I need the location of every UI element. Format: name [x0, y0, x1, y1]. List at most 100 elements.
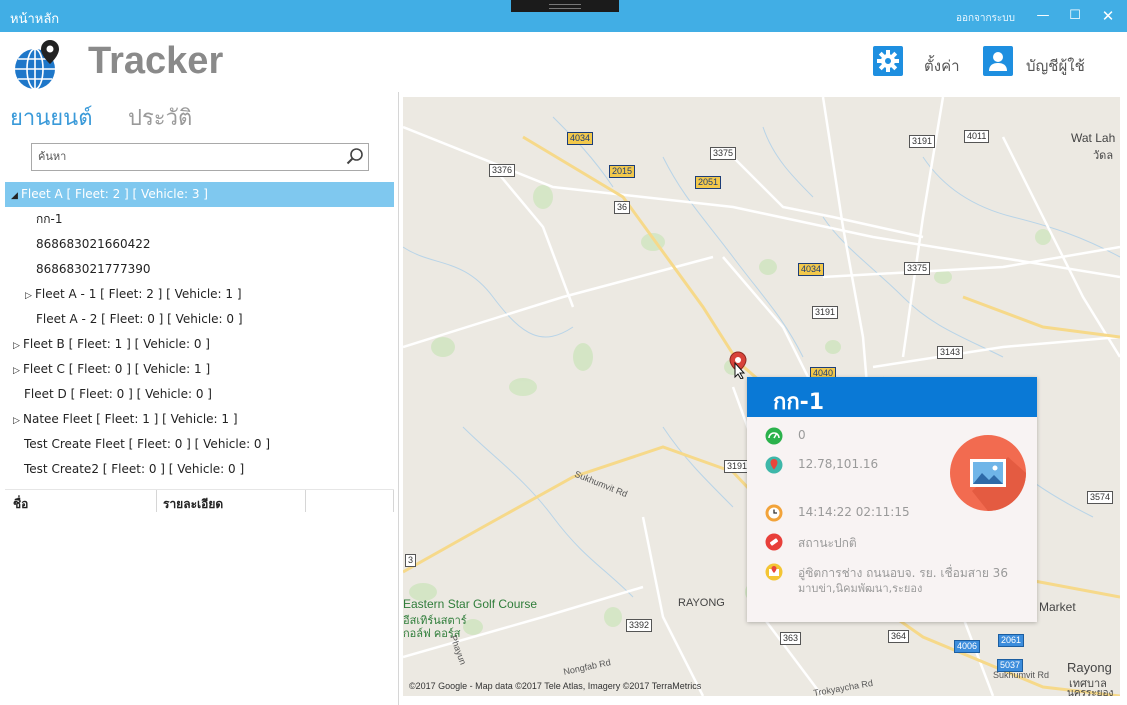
vehicle-marker-icon[interactable]: [729, 351, 749, 379]
tree-node-label: Fleet A [ Fleet: 2 ] [ Vehicle: 3 ]: [21, 187, 208, 201]
account-label[interactable]: บัญชีผู้ใช้: [1026, 54, 1085, 78]
place-label: วัดล: [1093, 150, 1114, 162]
place-label: นครระยอง: [1067, 688, 1114, 696]
road-shield: 4034: [798, 263, 825, 276]
road-shield: 3375: [710, 147, 737, 160]
account-button[interactable]: [983, 46, 1013, 76]
tree-node-vehicle[interactable]: 868683021777390: [5, 257, 394, 282]
road-shield: 36: [614, 201, 631, 214]
tree-node-vehicle[interactable]: กก-1: [5, 207, 394, 232]
road-shield: 3574: [1087, 491, 1114, 504]
tab-history[interactable]: ประวัติ: [128, 100, 192, 135]
collapsed-arrow-icon[interactable]: ▷: [13, 334, 23, 359]
collapsed-arrow-icon[interactable]: ▷: [13, 409, 23, 434]
tree-node-label: Fleet B [ Fleet: 1 ] [ Vehicle: 0 ]: [23, 337, 210, 351]
tree-node-fleet-c[interactable]: ▷ Fleet C [ Fleet: 0 ] [ Vehicle: 1 ]: [5, 357, 394, 382]
tree-node-label: 868683021777390: [36, 262, 151, 276]
tree-node-label: Natee Fleet [ Fleet: 1 ] [ Vehicle: 1 ]: [23, 412, 238, 426]
minimize-icon[interactable]: —: [1033, 7, 1053, 25]
map-address-icon: [765, 563, 783, 581]
title-bar: หน้าหลัก ออกจากระบบ — ☐ ✕: [0, 0, 1127, 32]
detail-grid-header: ชื่อ รายละเอียด: [5, 489, 394, 514]
road-shield: 3191: [909, 135, 936, 148]
column-divider[interactable]: [305, 490, 306, 512]
tree-node-fleet-a-1[interactable]: ▷ Fleet A - 1 [ Fleet: 2 ] [ Vehicle: 1 ]: [5, 282, 394, 307]
speed-value: 0: [798, 428, 806, 442]
tree-node-test-create-fleet[interactable]: Test Create Fleet [ Fleet: 0 ] [ Vehicle…: [5, 432, 394, 457]
status-value: สถานะปกติ: [798, 536, 857, 550]
tree-node-label: Fleet D [ Fleet: 0 ] [ Vehicle: 0 ]: [24, 387, 212, 401]
column-header-detail[interactable]: รายละเอียด: [163, 495, 223, 514]
gear-icon: [877, 50, 899, 72]
tree-node-label: Fleet A - 1 [ Fleet: 2 ] [ Vehicle: 1 ]: [35, 287, 242, 301]
globe-pin-logo-icon: [15, 40, 59, 90]
tree-node-label: Test Create2 [ Fleet: 0 ] [ Vehicle: 0 ]: [24, 462, 245, 476]
tree-node-label: Test Create Fleet [ Fleet: 0 ] [ Vehicle…: [24, 437, 271, 451]
road-shield: 3392: [626, 619, 653, 632]
logout-link[interactable]: ออกจากระบบ: [956, 11, 1015, 26]
search-box: [31, 143, 369, 171]
road-shield: 4034: [567, 132, 594, 145]
tab-vehicles[interactable]: ยานยนต์: [10, 100, 93, 135]
address-line-2: มาบข่า,นิคมพัฒนา,ระยอง: [798, 582, 923, 595]
status-tag-icon: [765, 533, 783, 551]
expanded-arrow-icon[interactable]: ◢: [11, 184, 21, 209]
search-input[interactable]: [38, 148, 338, 165]
road-shield: 3: [405, 554, 417, 567]
tree-node-fleet-a[interactable]: ◢ Fleet A [ Fleet: 2 ] [ Vehicle: 3 ]: [5, 182, 394, 207]
road-label: Sukhumvit Rd: [993, 670, 1050, 680]
road-shield: 3143: [937, 346, 964, 359]
popup-title: กก-1: [773, 390, 825, 415]
location-pin-icon: [765, 456, 783, 474]
collapsed-arrow-icon[interactable]: ▷: [13, 359, 23, 384]
settings-button[interactable]: [873, 46, 903, 76]
place-label: RAYONG: [678, 597, 725, 609]
collapsed-arrow-icon[interactable]: ▷: [25, 284, 35, 309]
road-shield: 363: [780, 632, 802, 645]
road-shield: 3375: [904, 262, 931, 275]
tree-node-natee-fleet[interactable]: ▷ Natee Fleet [ Fleet: 1 ] [ Vehicle: 1 ]: [5, 407, 394, 432]
app-header: Tracker ตั้งค่า บัญชีผู้ใช้: [0, 32, 1127, 92]
clock-icon: [765, 504, 783, 522]
close-icon[interactable]: ✕: [1098, 7, 1118, 25]
time-value: 14:14:22 02:11:15: [798, 505, 910, 519]
tree-node-vehicle[interactable]: 868683021660422: [5, 232, 394, 257]
tree-node-label: 868683021660422: [36, 237, 151, 251]
place-label: Rayong: [1067, 660, 1112, 675]
speedometer-icon: [765, 427, 783, 445]
road-shield: 3191: [812, 306, 839, 319]
road-shield: 4011: [964, 130, 990, 143]
road-shield: 2051: [695, 176, 722, 189]
maximize-icon[interactable]: ☐: [1065, 7, 1085, 25]
tree-node-label: Fleet C [ Fleet: 0 ] [ Vehicle: 1 ]: [23, 362, 211, 376]
road-shield: 2015: [609, 165, 636, 178]
popup-header: กก-1: [747, 377, 1037, 417]
sidebar: ยานยนต์ ประวัติ ◢Fleet A [ Fleet: 2 ] [ …: [0, 92, 399, 705]
road-shield: 2061: [998, 634, 1025, 647]
settings-label[interactable]: ตั้งค่า: [924, 54, 960, 78]
road-shield: 3376: [489, 164, 516, 177]
column-divider[interactable]: [156, 490, 157, 512]
vehicle-info-popup: กก-1 0 12.78,101.16 14:14:22 02:11:15 สถ…: [747, 377, 1037, 622]
column-divider: [393, 490, 394, 512]
tree-node-fleet-d[interactable]: Fleet D [ Fleet: 0 ] [ Vehicle: 0 ]: [5, 382, 394, 407]
map-copyright: ©2017 Google - Map data ©2017 Tele Atlas…: [409, 681, 702, 691]
column-header-name[interactable]: ชื่อ: [13, 495, 28, 514]
place-label: Market: [1039, 600, 1076, 614]
tree-node-test-create2[interactable]: Test Create2 [ Fleet: 0 ] [ Vehicle: 0 ]: [5, 457, 394, 482]
vehicle-photo-icon[interactable]: [950, 435, 1026, 511]
place-label: Eastern Star Golf Course: [403, 597, 538, 611]
user-icon: [989, 52, 1007, 71]
window-title: หน้าหลัก: [10, 12, 60, 27]
window-drag-handle[interactable]: [511, 0, 619, 12]
tree-node-fleet-a-2[interactable]: Fleet A - 2 [ Fleet: 0 ] [ Vehicle: 0 ]: [5, 307, 394, 332]
coords-value: 12.78,101.16: [798, 457, 879, 471]
road-shield: 4006: [954, 640, 981, 653]
tree-node-label: Fleet A - 2 [ Fleet: 0 ] [ Vehicle: 0 ]: [36, 312, 243, 326]
brand-title: Tracker: [88, 40, 224, 82]
fleet-tree: ◢ Fleet A [ Fleet: 2 ] [ Vehicle: 3 ] กก-…: [5, 182, 394, 482]
road-shield: 364: [888, 630, 910, 643]
tree-node-label: กก-1: [36, 212, 63, 226]
search-icon[interactable]: [346, 147, 364, 165]
tree-node-fleet-b[interactable]: ▷ Fleet B [ Fleet: 1 ] [ Vehicle: 0 ]: [5, 332, 394, 357]
